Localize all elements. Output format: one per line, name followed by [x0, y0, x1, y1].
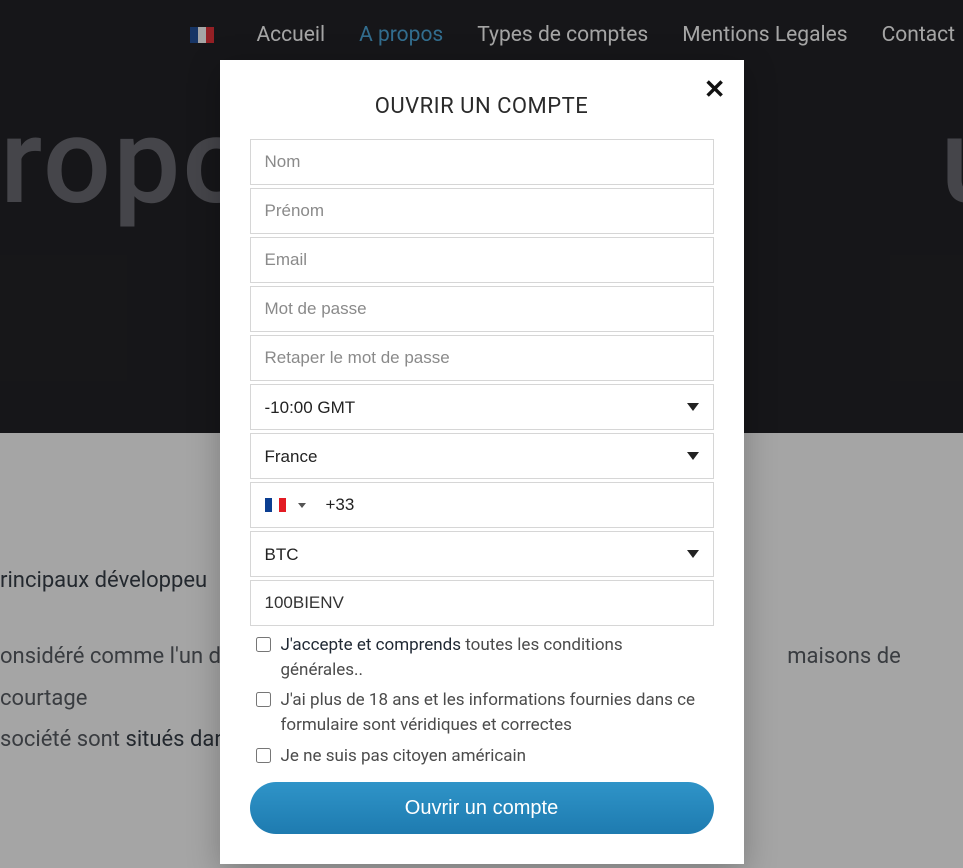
terms-checkbox[interactable]	[256, 637, 271, 652]
password-input[interactable]	[250, 286, 714, 332]
chevron-down-icon[interactable]	[298, 503, 306, 508]
currency-select[interactable]: BTC	[250, 531, 714, 577]
us-citizen-label: Je ne suis pas citoyen américain	[281, 744, 527, 769]
us-citizen-checkbox[interactable]	[256, 748, 271, 763]
age-check-row[interactable]: J'ai plus de 18 ans et les informations …	[250, 684, 714, 739]
terms-label: J'accepte et comprends toutes les condit…	[281, 633, 708, 682]
country-select[interactable]: France	[250, 433, 714, 479]
signup-modal: ✕ OUVRIR UN COMPTE -10:00 GMT France BTC…	[220, 60, 744, 864]
submit-button[interactable]: Ouvrir un compte	[250, 782, 714, 834]
timezone-select[interactable]: -10:00 GMT	[250, 384, 714, 430]
close-icon[interactable]: ✕	[704, 74, 726, 105]
email-input[interactable]	[250, 237, 714, 283]
phone-country-flag-icon[interactable]	[265, 498, 286, 512]
phone-input-row[interactable]	[250, 482, 714, 528]
firstname-input[interactable]	[250, 188, 714, 234]
lastname-input[interactable]	[250, 139, 714, 185]
age-checkbox[interactable]	[256, 692, 271, 707]
promo-code-input[interactable]	[250, 580, 714, 626]
terms-check-row[interactable]: J'accepte et comprends toutes les condit…	[250, 629, 714, 684]
age-label: J'ai plus de 18 ans et les informations …	[281, 688, 708, 737]
password-confirm-input[interactable]	[250, 335, 714, 381]
modal-title: OUVRIR UN COMPTE	[250, 94, 714, 119]
phone-number-input[interactable]	[326, 495, 699, 515]
us-citizen-check-row[interactable]: Je ne suis pas citoyen américain	[250, 740, 714, 771]
